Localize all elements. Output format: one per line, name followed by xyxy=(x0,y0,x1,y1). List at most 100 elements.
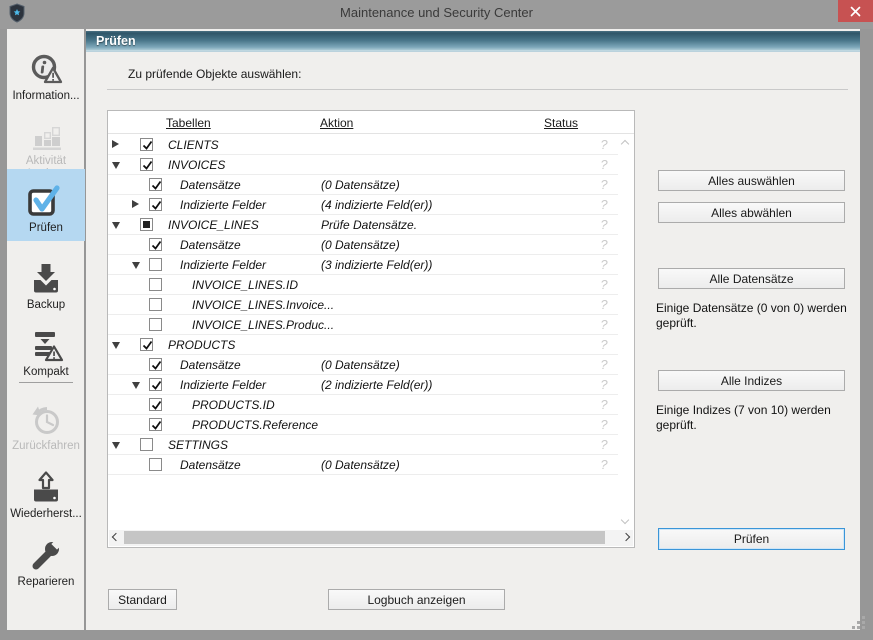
row-name: Datensätze xyxy=(180,238,241,252)
row-checkbox[interactable] xyxy=(149,238,162,251)
row-checkbox[interactable] xyxy=(149,178,162,191)
sidebar-item-pruefen[interactable]: Prüfen xyxy=(7,169,85,241)
scroll-up-icon[interactable] xyxy=(621,140,629,148)
column-header-aktion[interactable]: Aktion xyxy=(320,116,353,130)
maintenance-security-center-window: Maintenance und Security Center Informat… xyxy=(0,0,873,640)
backup-drive-down-icon xyxy=(28,262,64,296)
row-action: (4 indizierte Feld(er)) xyxy=(321,198,432,212)
row-status: ? xyxy=(596,417,612,432)
row-status: ? xyxy=(596,157,612,172)
row-checkbox[interactable] xyxy=(149,398,162,411)
row-status: ? xyxy=(596,217,612,232)
row-checkbox[interactable] xyxy=(149,298,162,311)
titlebar[interactable]: Maintenance und Security Center xyxy=(0,0,873,29)
row-name: SETTINGS xyxy=(168,438,228,452)
row-checkbox[interactable] xyxy=(140,138,153,151)
row-status: ? xyxy=(596,277,612,292)
select-all-button[interactable]: Alles auswählen xyxy=(658,170,845,191)
row-checkbox[interactable] xyxy=(149,318,162,331)
sidebar-item-zurueckfahren[interactable]: Zurückfahren xyxy=(7,395,85,453)
row-status: ? xyxy=(596,437,612,452)
table-header: Tabellen Aktion Status xyxy=(108,111,634,134)
table-row[interactable]: PRODUCTS.ID? xyxy=(108,395,619,415)
sidebar-item-backup[interactable]: Backup xyxy=(7,250,85,312)
row-name: Datensätze xyxy=(180,178,241,192)
verify-check-icon xyxy=(25,183,67,219)
row-checkbox[interactable] xyxy=(149,278,162,291)
rollback-clock-icon xyxy=(28,405,64,437)
collapse-icon[interactable] xyxy=(112,222,120,229)
column-header-tabellen[interactable]: Tabellen xyxy=(166,116,211,130)
activity-bars-icon xyxy=(29,124,63,152)
row-checkbox[interactable] xyxy=(149,418,162,431)
row-checkbox[interactable] xyxy=(140,158,153,171)
records-status-text: Einige Datensätze (0 von 0) werden geprü… xyxy=(656,301,866,331)
verify-button[interactable]: Prüfen xyxy=(658,528,845,550)
scroll-down-icon[interactable] xyxy=(621,516,629,524)
scroll-left-icon[interactable] xyxy=(112,533,120,541)
row-name: INVOICE_LINES.Produc... xyxy=(192,318,334,332)
row-checkbox[interactable] xyxy=(149,358,162,371)
collapse-icon[interactable] xyxy=(132,382,140,389)
sidebar-item-reparieren[interactable]: Reparieren xyxy=(7,527,85,589)
deselect-all-button[interactable]: Alles abwählen xyxy=(658,202,845,223)
row-checkbox[interactable] xyxy=(140,338,153,351)
compact-warning-icon xyxy=(28,329,64,363)
table-row[interactable]: SETTINGS? xyxy=(108,435,619,455)
table-row[interactable]: Indizierte Felder(3 indizierte Feld(er))… xyxy=(108,255,619,275)
row-checkbox[interactable] xyxy=(140,438,153,451)
row-status: ? xyxy=(596,197,612,212)
table-row[interactable]: Datensätze(0 Datensätze)? xyxy=(108,455,619,475)
row-status: ? xyxy=(596,397,612,412)
scroll-right-icon[interactable] xyxy=(622,533,630,541)
vertical-scrollbar[interactable] xyxy=(618,135,633,529)
row-name: PRODUCTS.Reference xyxy=(192,418,318,432)
expand-icon[interactable] xyxy=(132,200,139,208)
all-records-button[interactable]: Alle Datensätze xyxy=(658,268,845,289)
row-name: INVOICE_LINES.Invoice... xyxy=(192,298,334,312)
row-action: Prüfe Datensätze. xyxy=(321,218,417,232)
table-row[interactable]: Indizierte Felder(2 indizierte Feld(er))… xyxy=(108,375,619,395)
sidebar-item-kompakt[interactable]: Kompakt xyxy=(7,317,85,379)
table-row[interactable]: Datensätze(0 Datensätze)? xyxy=(108,175,619,195)
row-checkbox[interactable] xyxy=(149,258,162,271)
table-row[interactable]: Datensätze(0 Datensätze)? xyxy=(108,355,619,375)
table-row[interactable]: INVOICE_LINES.Invoice...? xyxy=(108,295,619,315)
expand-icon[interactable] xyxy=(112,140,119,148)
row-checkbox[interactable] xyxy=(149,198,162,211)
sidebar-item-label: Wiederherst... xyxy=(10,508,82,521)
row-action: (0 Datensätze) xyxy=(321,238,400,252)
horizontal-scrollbar-thumb[interactable] xyxy=(124,531,605,544)
collapse-icon[interactable] xyxy=(132,262,140,269)
table-row[interactable]: INVOICES? xyxy=(108,155,619,175)
horizontal-scrollbar[interactable] xyxy=(109,530,633,546)
collapse-icon[interactable] xyxy=(112,342,120,349)
row-checkbox[interactable] xyxy=(149,458,162,471)
show-log-button[interactable]: Logbuch anzeigen xyxy=(328,589,505,610)
table-row[interactable]: Indizierte Felder(4 indizierte Feld(er))… xyxy=(108,195,619,215)
column-header-status[interactable]: Status xyxy=(544,116,578,130)
row-action: (0 Datensätze) xyxy=(321,358,400,372)
row-checkbox[interactable] xyxy=(149,378,162,391)
standard-button[interactable]: Standard xyxy=(108,589,177,610)
row-checkbox[interactable] xyxy=(140,218,153,231)
collapse-icon[interactable] xyxy=(112,162,120,169)
collapse-icon[interactable] xyxy=(112,442,120,449)
table-row[interactable]: PRODUCTS? xyxy=(108,335,619,355)
all-indexes-button[interactable]: Alle Indizes xyxy=(658,370,845,391)
table-row[interactable]: INVOICE_LINES.ID? xyxy=(108,275,619,295)
table-row[interactable]: INVOICE_LINES.Produc...? xyxy=(108,315,619,335)
row-action: (0 Datensätze) xyxy=(321,458,400,472)
sidebar-item-label: Zurückfahren xyxy=(12,440,80,453)
table-rows: CLIENTS?INVOICES?Datensätze(0 Datensätze… xyxy=(108,135,619,475)
table-row[interactable]: CLIENTS? xyxy=(108,135,619,155)
sidebar-item-wiederherstellen[interactable]: Wiederherst... xyxy=(7,459,85,521)
sidebar-item-information[interactable]: Information... xyxy=(7,41,85,103)
table-row[interactable]: Datensätze(0 Datensätze)? xyxy=(108,235,619,255)
resize-grip[interactable] xyxy=(852,616,866,630)
table-row[interactable]: PRODUCTS.Reference? xyxy=(108,415,619,435)
table-row[interactable]: INVOICE_LINESPrüfe Datensätze.? xyxy=(108,215,619,235)
row-name: Datensätze xyxy=(180,458,241,472)
close-button[interactable] xyxy=(838,0,873,22)
panel-header: Prüfen xyxy=(86,31,860,52)
